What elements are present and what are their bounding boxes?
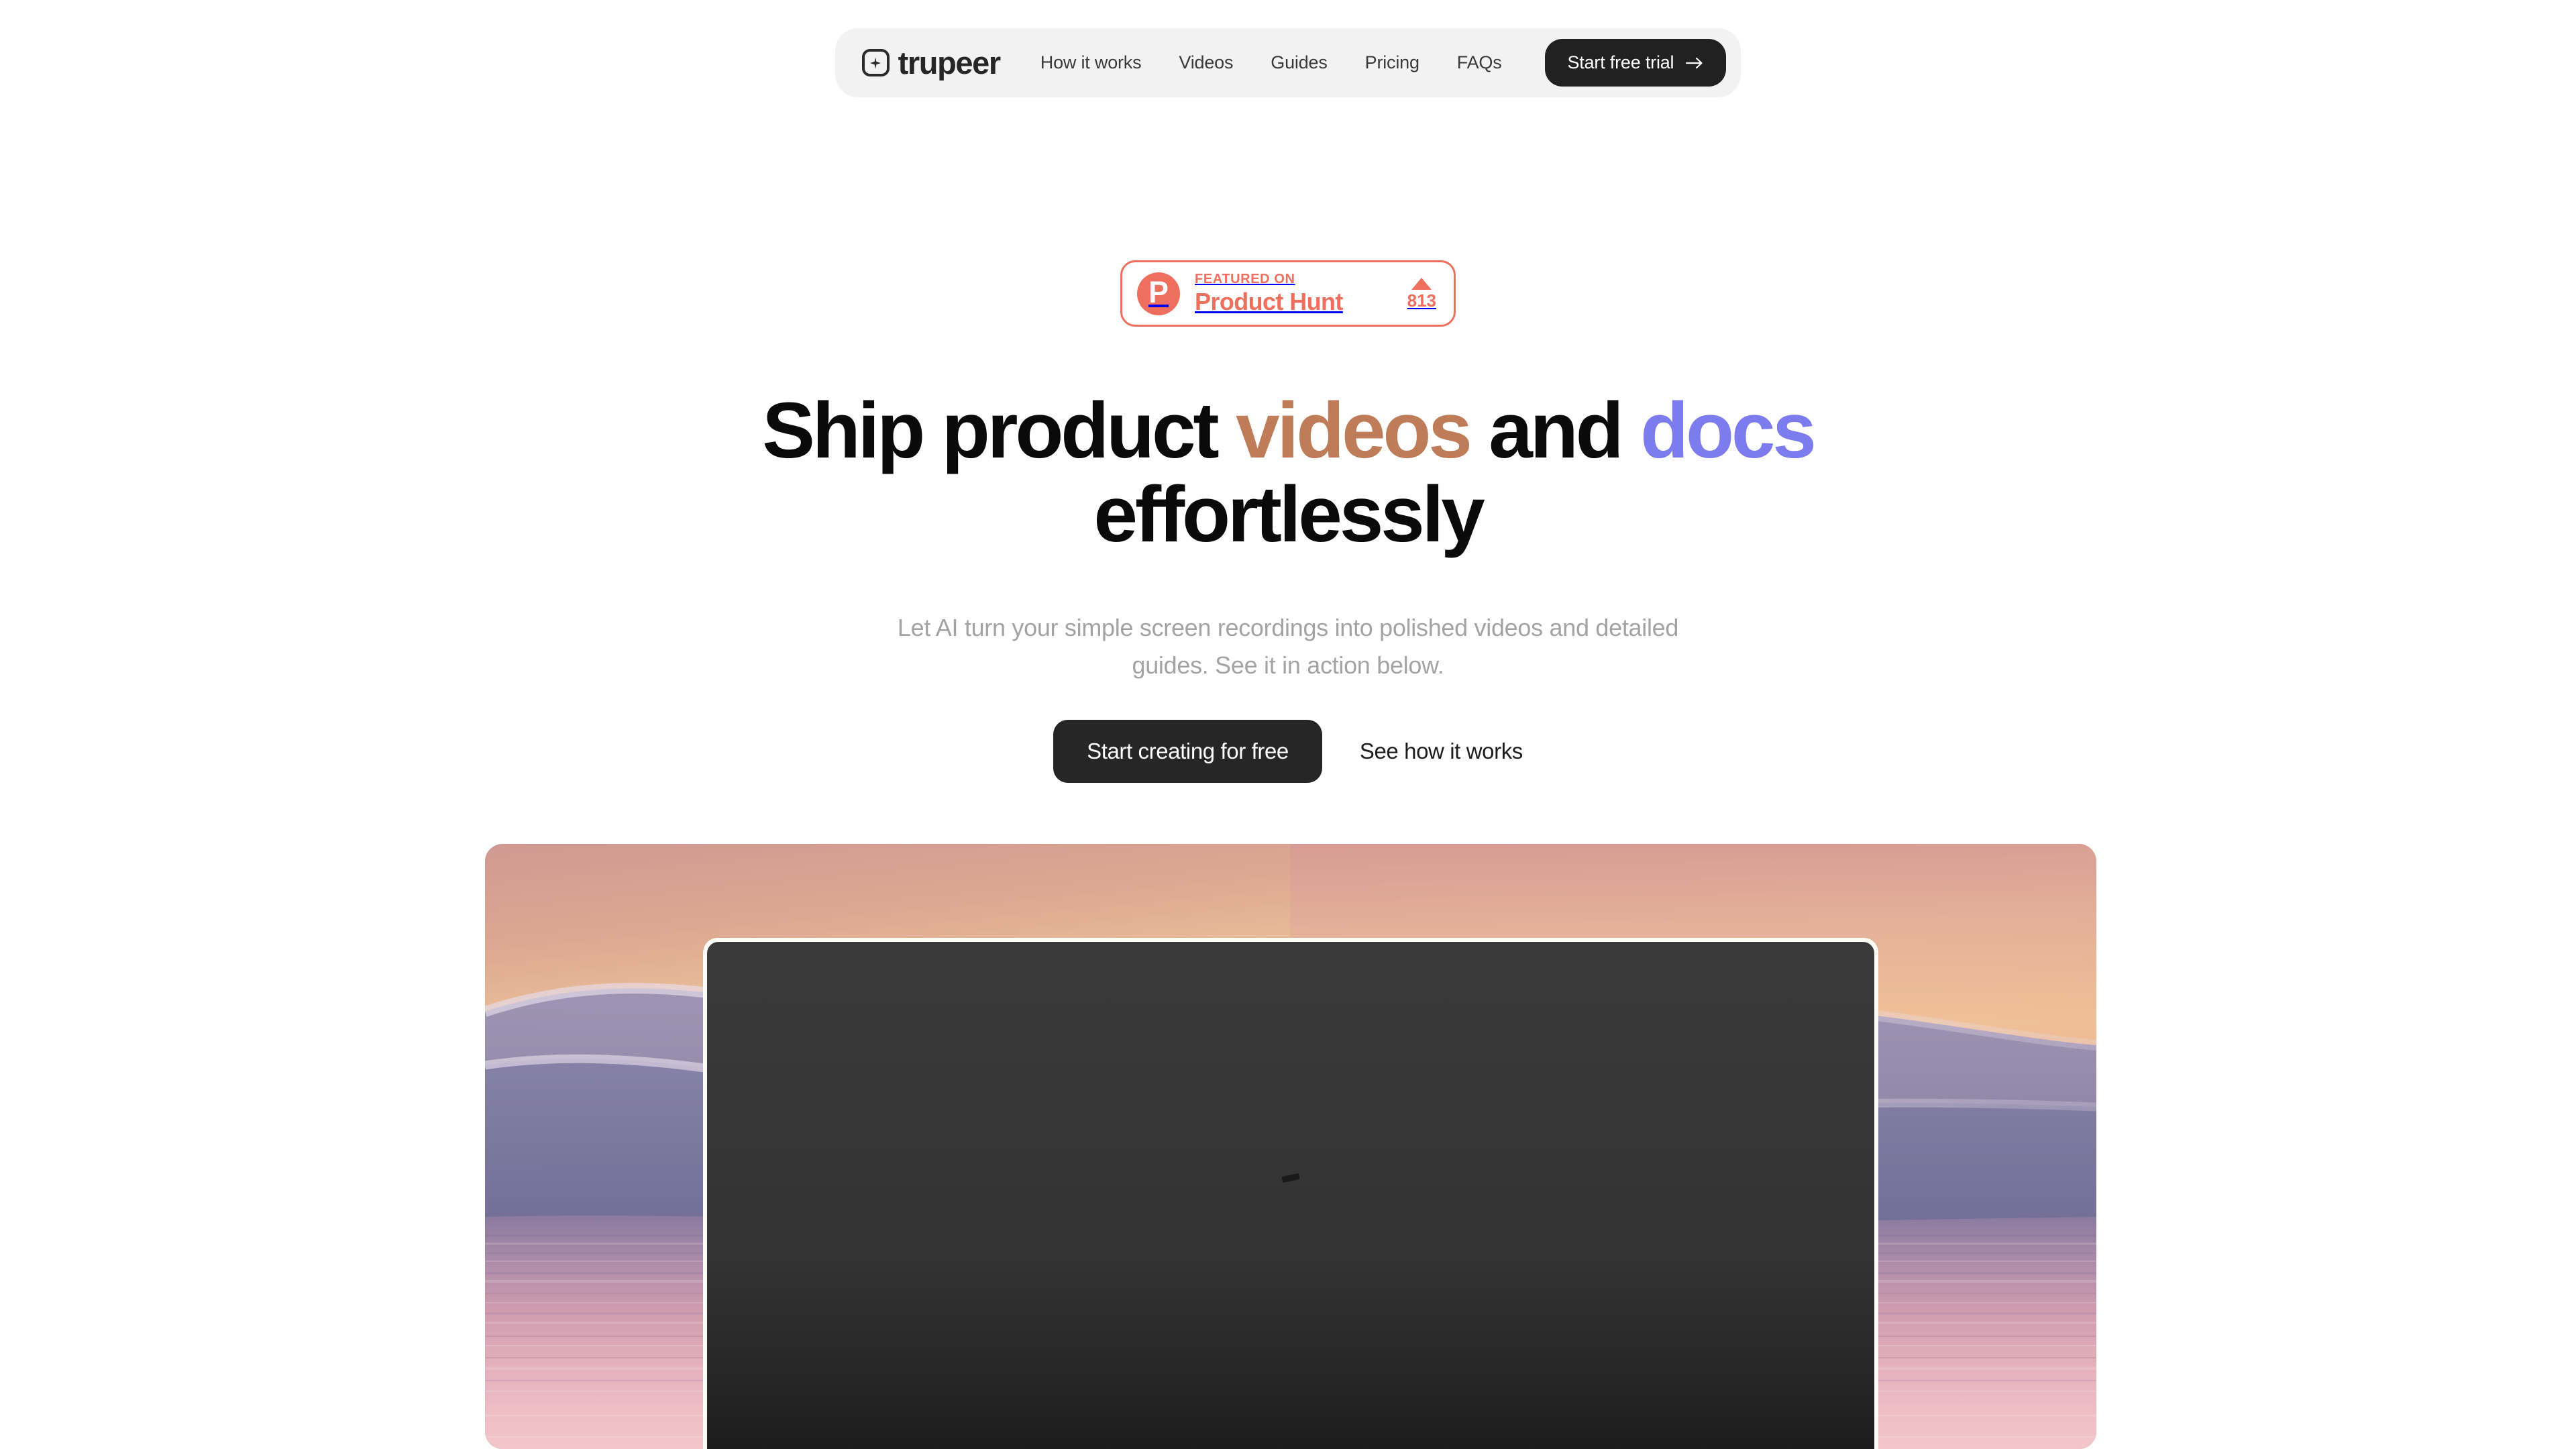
badge-eyebrow: FEATURED ON [1195, 272, 1295, 286]
upvote-count: 813 [1407, 290, 1436, 311]
hero-cta-group: Start creating for free See how it works [0, 720, 2576, 783]
nav-item-how-it-works[interactable]: How it works [1040, 52, 1142, 73]
headline-text-2: and [1469, 386, 1641, 475]
headline-text-3: effortlessly [1093, 470, 1485, 559]
see-how-it-works-button[interactable]: See how it works [1360, 739, 1523, 764]
triangle-up-icon [1411, 278, 1432, 290]
product-hunt-text: FEATURED ON Product Hunt [1195, 272, 1393, 315]
nav-item-faqs[interactable]: FAQs [1457, 52, 1502, 73]
start-free-trial-button[interactable]: Start free trial [1544, 39, 1727, 87]
page-subtitle: Let AI turn your simple screen recording… [897, 614, 1679, 679]
upvote-group[interactable]: 813 [1407, 278, 1436, 309]
start-free-trial-label: Start free trial [1567, 52, 1674, 72]
nav-item-pricing[interactable]: Pricing [1365, 52, 1419, 73]
headline-highlight-docs: docs [1640, 386, 1817, 475]
video-player-screen[interactable] [707, 942, 1874, 1449]
brand-logo[interactable]: trupeer [861, 45, 1002, 80]
nav-item-guides[interactable]: Guides [1271, 52, 1328, 73]
page-title: Ship product videos and docs effortlessl… [584, 386, 1992, 559]
product-hunt-logo-icon: P [1137, 272, 1180, 315]
hero-media [485, 844, 2096, 1449]
product-hunt-badge-wrapper: P FEATURED ON Product Hunt 813 [0, 260, 2576, 327]
arrow-right-icon [1686, 56, 1703, 70]
headline-highlight-videos: videos [1236, 386, 1472, 475]
start-creating-for-free-button[interactable]: Start creating for free [1053, 720, 1322, 783]
badge-title: Product Hunt [1195, 288, 1343, 315]
headline-text-1: Ship product [762, 386, 1236, 475]
nav-links: How it works Videos Guides Pricing FAQs [1040, 52, 1502, 73]
brand-name: trupeer [898, 45, 1002, 80]
video-player-frame[interactable] [703, 938, 1878, 1449]
play-indicator-icon [1281, 1173, 1300, 1183]
nav-item-videos[interactable]: Videos [1179, 52, 1233, 73]
navigation-bar: trupeer How it works Videos Guides Prici… [835, 28, 1741, 97]
site-header: trupeer How it works Videos Guides Prici… [0, 28, 2576, 97]
sparkle-in-rounded-square-icon [861, 49, 890, 76]
product-hunt-badge[interactable]: P FEATURED ON Product Hunt 813 [1120, 260, 1456, 327]
